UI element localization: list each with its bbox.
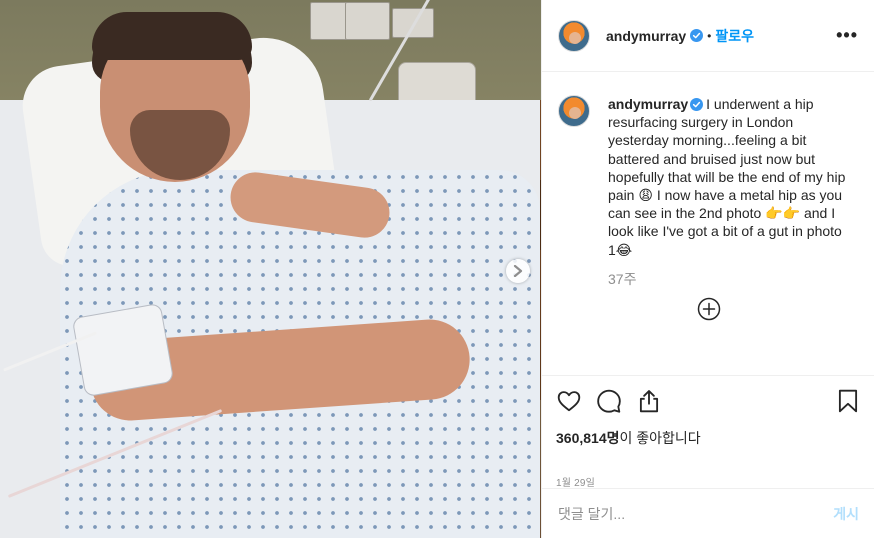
- comment-icon[interactable]: [596, 388, 622, 414]
- caption-time-ago: 37주: [608, 270, 637, 287]
- action-icons: [556, 386, 861, 416]
- caption-text: I underwent a hip resurfacing surgery in…: [608, 96, 846, 258]
- verified-badge-icon: [690, 29, 704, 42]
- instagram-post: andymurray • 팔로우 ••• andymurray I underwe…: [0, 0, 874, 538]
- more-options-icon[interactable]: •••: [836, 25, 858, 46]
- post-date[interactable]: 1월 29일: [556, 474, 861, 489]
- likes-suffix: 이 좋아합니다: [619, 430, 701, 446]
- post-actions: 360,814명이 좋아합니다 1월 29일: [542, 375, 874, 489]
- photo-hair: [92, 12, 252, 60]
- post-sidebar: andymurray • 팔로우 ••• andymurray I underwe…: [541, 0, 874, 538]
- comment-bar: 게시: [542, 488, 874, 538]
- next-photo-button[interactable]: [506, 259, 530, 283]
- username-link[interactable]: andymurray: [606, 28, 686, 44]
- bookmark-icon[interactable]: [835, 388, 861, 414]
- likes-count[interactable]: 360,814명이 좋아합니다: [556, 428, 861, 448]
- photo-socket: [345, 2, 390, 40]
- post-photo[interactable]: [0, 0, 541, 538]
- follow-button[interactable]: 팔로우: [715, 26, 754, 46]
- load-more-comments-icon[interactable]: [697, 297, 721, 321]
- chevron-right-icon: [513, 265, 523, 277]
- post-comment-button[interactable]: 게시: [833, 504, 859, 524]
- caption: andymurray I underwent a hip resurfacing …: [608, 95, 848, 259]
- verified-badge-icon: [690, 98, 704, 111]
- heart-icon[interactable]: [556, 388, 582, 414]
- avatar[interactable]: [558, 95, 590, 127]
- likes-number[interactable]: 360,814명: [556, 430, 620, 446]
- photo-socket: [310, 2, 350, 40]
- comment-input[interactable]: [558, 505, 798, 522]
- separator-dot: •: [707, 28, 712, 43]
- avatar[interactable]: [558, 19, 590, 52]
- post-header: andymurray • 팔로우 •••: [542, 0, 874, 72]
- comments-section: andymurray I underwent a hip resurfacing …: [542, 73, 874, 375]
- share-icon[interactable]: [636, 388, 662, 414]
- caption-row: andymurray I underwent a hip resurfacing …: [558, 95, 859, 259]
- caption-username-link[interactable]: andymurray: [608, 96, 688, 112]
- photo-bp-cuff: [71, 302, 175, 398]
